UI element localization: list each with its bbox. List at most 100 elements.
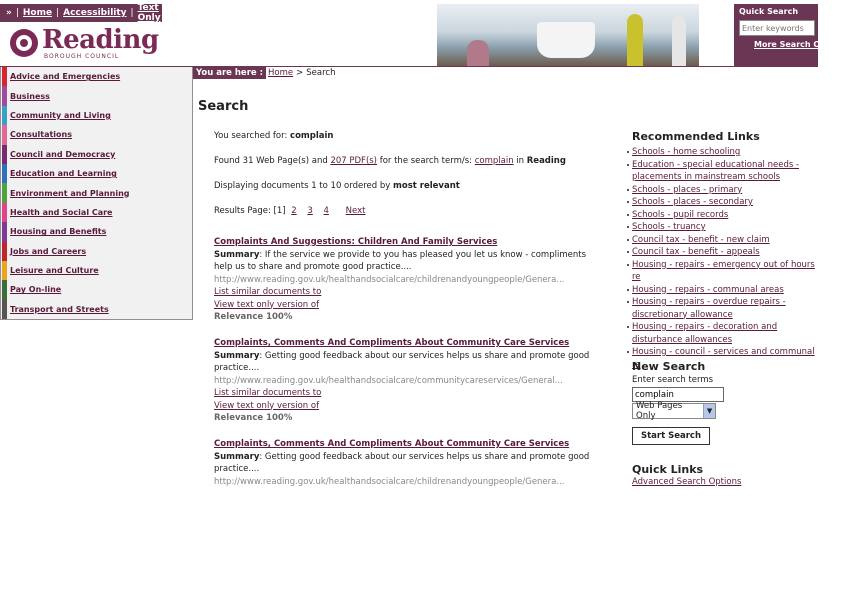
quick-links-panel: Quick Links Advanced Search Options: [632, 463, 741, 487]
result-title-link[interactable]: Complaints, Comments And Compliments Abo…: [214, 439, 569, 449]
found-in: in: [516, 156, 525, 166]
photo-figure: [627, 14, 643, 66]
sidebar-item-label[interactable]: Environment and Planning: [10, 189, 129, 198]
found-line: Found 31 Web Page(s) and 207 PDF(s) for …: [214, 156, 604, 181]
accessibility-link[interactable]: Accessibility: [63, 8, 126, 18]
sidebar-item-label[interactable]: Consultations: [10, 130, 72, 139]
browser-page: » | Home | Accessibility | Text Only Rea…: [0, 0, 818, 487]
start-search-button[interactable]: Start Search: [632, 427, 710, 445]
sidebar-color-bar: [2, 86, 7, 106]
sidebar-item[interactable]: Transport and Streets: [1, 299, 192, 320]
sidebar-item-label[interactable]: Leisure and Culture: [10, 266, 99, 275]
sidebar-item-label[interactable]: Advice and Emergencies: [10, 72, 120, 81]
recommended-link-item: Education - special educational needs - …: [627, 159, 818, 184]
recommended-link[interactable]: Schools - places - secondary: [632, 197, 753, 207]
search-term-link[interactable]: complain: [475, 156, 514, 166]
recommended-link[interactable]: Schools - places - primary: [632, 185, 742, 195]
sidebar-item-label[interactable]: Housing and Benefits: [10, 227, 106, 236]
recommended-link-item: Housing - repairs - overdue repairs - di…: [627, 296, 818, 321]
recommended-link[interactable]: Housing - repairs - communal areas: [632, 285, 784, 295]
breadcrumb-separator: >: [296, 68, 304, 78]
recommended-link[interactable]: Council tax - benefit - new claim: [632, 235, 770, 245]
search-terms-label: Enter search terms: [632, 375, 714, 385]
sidebar-item[interactable]: Council and Democracy: [1, 144, 192, 164]
result-title-link[interactable]: Complaints And Suggestions: Children And…: [214, 237, 497, 247]
page-4-link[interactable]: 4: [324, 206, 329, 216]
result-item: Complaints And Suggestions: Children And…: [214, 236, 604, 324]
sidebar-item[interactable]: Health and Social Care: [1, 202, 192, 223]
utility-bar: » | Home | Accessibility | Text Only: [0, 3, 162, 23]
recommended-link-item: Council tax - benefit - new claim: [627, 234, 818, 247]
text-only-link[interactable]: Text Only: [138, 3, 162, 23]
sidebar-item-label[interactable]: Community and Living: [10, 111, 111, 120]
text-only-version-link[interactable]: View text only version of: [214, 300, 319, 310]
recommended-link[interactable]: Education - special educational needs - …: [632, 160, 799, 183]
sidebar-item[interactable]: Business: [1, 86, 192, 106]
recommended-link-item: Housing - repairs - emergency out of hou…: [627, 259, 818, 284]
sidebar-item-label[interactable]: Pay On-line: [10, 285, 61, 294]
list-similar-link[interactable]: List similar documents to: [214, 287, 321, 297]
page-title: Search: [198, 99, 249, 114]
displaying-order: most relevant: [393, 181, 460, 191]
header-photo: [437, 4, 699, 66]
logo-name: Reading: [42, 25, 159, 55]
list-similar-link[interactable]: List similar documents to: [214, 388, 321, 398]
arrow-icon: »: [6, 8, 12, 18]
sidebar-item-label[interactable]: Health and Social Care: [10, 208, 112, 217]
recommended-link[interactable]: Housing - repairs - decoration and distu…: [632, 322, 777, 345]
home-link[interactable]: Home: [23, 8, 52, 18]
more-search-options-link[interactable]: More Search Opti: [754, 40, 818, 49]
quick-search-input[interactable]: [739, 20, 815, 36]
page-3-link[interactable]: 3: [307, 206, 312, 216]
summary-text: : If the service we provide to you has p…: [214, 249, 586, 273]
search-terms-input[interactable]: [632, 387, 724, 402]
page-2-link[interactable]: 2: [291, 206, 296, 216]
advanced-search-link[interactable]: Advanced Search Options: [632, 477, 741, 487]
recommended-link[interactable]: Housing - repairs - overdue repairs - di…: [632, 297, 786, 320]
sidebar-item[interactable]: Pay On-line: [1, 280, 192, 300]
recommended-links-title: Recommended Links: [632, 130, 760, 143]
pdf-results-link[interactable]: 207 PDF(s): [330, 156, 377, 166]
sidebar-item[interactable]: Consultations: [1, 125, 192, 145]
sidebar-item[interactable]: Environment and Planning: [1, 183, 192, 203]
sidebar-item-label[interactable]: Business: [10, 92, 50, 101]
sidebar-item-label[interactable]: Transport and Streets: [10, 305, 109, 314]
sidebar-item[interactable]: Housing and Benefits: [1, 222, 192, 242]
sidebar-item-label[interactable]: Council and Democracy: [10, 150, 115, 159]
results-info: You searched for: complain Found 31 Web …: [214, 131, 604, 231]
sidebar-color-bar: [2, 299, 7, 320]
new-search-title: New Search: [632, 360, 706, 373]
sidebar-item-label[interactable]: Education and Learning: [10, 169, 117, 178]
council-logo[interactable]: Reading BOROUGH COUNCIL: [10, 27, 159, 60]
recommended-link-item: Schools - truancy: [627, 221, 818, 234]
sidebar-item[interactable]: Jobs and Careers: [1, 241, 192, 261]
sidebar-item[interactable]: Education and Learning: [1, 163, 192, 184]
recommended-link-item: Housing - repairs - decoration and distu…: [627, 321, 818, 346]
relevance: Relevance 100%: [214, 413, 293, 423]
recommended-link-item: Schools - places - secondary: [627, 196, 818, 209]
sidebar-color-bar: [2, 163, 7, 184]
recommended-link[interactable]: Schools - truancy: [632, 222, 706, 232]
result-summary: Summary: Getting good feedback about our…: [214, 350, 604, 375]
sidebar-item[interactable]: Community and Living: [1, 105, 192, 126]
quick-links-title: Quick Links: [632, 463, 704, 476]
recommended-link[interactable]: Schools - home schooling: [632, 147, 740, 157]
separator: |: [130, 8, 134, 18]
recommended-link[interactable]: Schools - pupil records: [632, 210, 728, 220]
breadcrumb-home-link[interactable]: Home: [268, 68, 293, 78]
sidebar-item[interactable]: Advice and Emergencies: [1, 67, 192, 87]
sidebar-item-label[interactable]: Jobs and Careers: [10, 247, 86, 256]
recommended-link[interactable]: Council tax - benefit - appeals: [632, 247, 760, 257]
text-only-version-link[interactable]: View text only version of: [214, 401, 319, 411]
result-summary: Summary: Getting good feedback about our…: [214, 451, 604, 476]
search-scope-value: Web Pages Only: [636, 401, 683, 421]
result-title-link[interactable]: Complaints, Comments And Compliments Abo…: [214, 338, 569, 348]
sidebar-item[interactable]: Leisure and Culture: [1, 260, 192, 281]
search-scope-select[interactable]: Web Pages Only ▼: [632, 401, 716, 421]
recommended-link-item: Housing - repairs - communal areas: [627, 284, 818, 297]
recommended-link[interactable]: Housing - repairs - emergency out of hou…: [632, 260, 815, 283]
breadcrumb-current: Search: [306, 68, 336, 78]
summary-label: Summary: [214, 451, 260, 462]
next-page-link[interactable]: Next: [346, 206, 366, 216]
sidebar-color-bar: [2, 241, 7, 261]
